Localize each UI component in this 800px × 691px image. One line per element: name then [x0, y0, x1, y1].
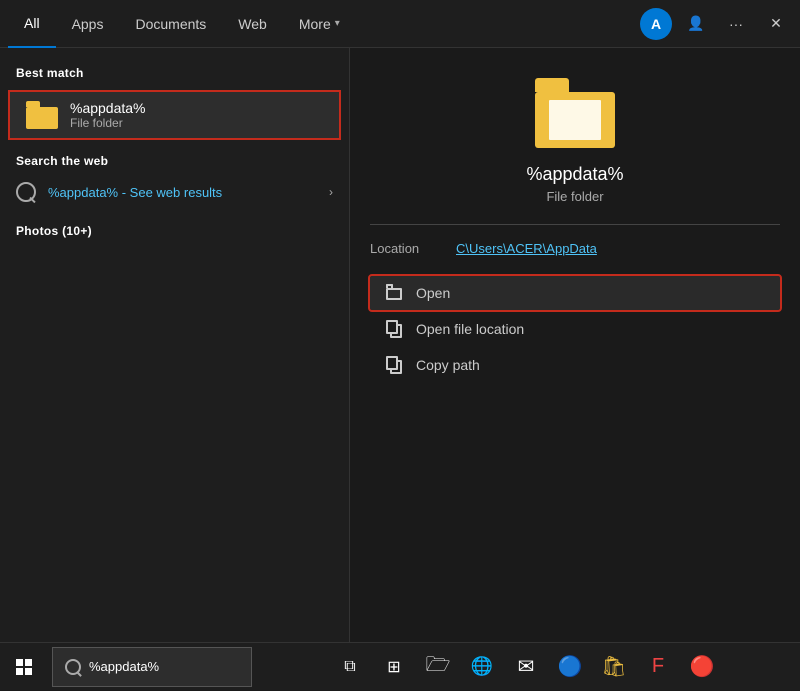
open-location-label: Open file location	[416, 321, 524, 337]
search-input-text: %appdata%	[89, 659, 159, 674]
folder-icon	[26, 101, 58, 129]
location-value[interactable]: C\Users\ACER\AppData	[456, 241, 597, 256]
user-avatar[interactable]: A	[640, 8, 672, 40]
open-location-icon	[386, 320, 404, 338]
item-type: File folder	[70, 116, 146, 130]
chevron-right-icon: ›	[329, 185, 333, 199]
best-match-label: Best match	[0, 60, 349, 86]
close-btn[interactable]: ✕	[760, 8, 792, 40]
copy-path-icon	[386, 356, 404, 374]
mail-icon[interactable]: ✉	[506, 647, 546, 687]
open-label: Open	[416, 285, 450, 301]
location-label: Location	[370, 241, 440, 256]
tab-apps[interactable]: Apps	[56, 0, 120, 48]
chrome-icon[interactable]: 🔴	[682, 647, 722, 687]
tab-web[interactable]: Web	[222, 0, 283, 48]
detail-folder-type: File folder	[546, 189, 603, 204]
taskview-icon[interactable]: ⧉	[330, 647, 370, 687]
web-result-item[interactable]: %appdata% - See web results ›	[0, 174, 349, 210]
best-match-text: %appdata% File folder	[70, 100, 146, 130]
start-button[interactable]	[0, 643, 48, 691]
store-icon[interactable]: 🛍	[594, 647, 634, 687]
file-explorer-icon[interactable]: 🗁	[418, 647, 458, 687]
tab-all[interactable]: All	[8, 0, 56, 48]
nav-icons: A 👤 ··· ✕	[640, 8, 792, 40]
detail-folder-name: %appdata%	[526, 164, 623, 185]
copy-path-label: Copy path	[416, 357, 480, 373]
action-list: Open Open file location	[370, 276, 780, 382]
main-content: Best match %appdata% File folder Search …	[0, 48, 800, 642]
photos-label: Photos (10+)	[0, 218, 349, 244]
chevron-down-icon: ▾	[335, 18, 340, 29]
best-match-item[interactable]: %appdata% File folder	[8, 90, 341, 140]
taskbar-center: ⧉ ⊞ 🗁 🌐 ✉ 🔵 🛍 F 🔴	[252, 647, 800, 687]
browser-icon-1[interactable]: 🌐	[462, 647, 502, 687]
open-action[interactable]: Open	[370, 276, 780, 310]
more-options-btn[interactable]: ···	[720, 8, 752, 40]
widgets-icon[interactable]: ⊞	[374, 647, 414, 687]
edge-icon[interactable]: 🔵	[550, 647, 590, 687]
item-name: %appdata%	[70, 100, 146, 116]
taskbar: %appdata% ⧉ ⊞ 🗁 🌐 ✉ 🔵 🛍 F 🔴	[0, 642, 800, 690]
open-icon	[386, 284, 404, 302]
person-icon-btn[interactable]: 👤	[680, 8, 712, 40]
tab-documents[interactable]: Documents	[119, 0, 222, 48]
detail-location: Location C\Users\ACER\AppData	[370, 241, 780, 256]
figma-icon[interactable]: F	[638, 647, 678, 687]
photos-section: Photos (10+)	[0, 218, 349, 244]
copy-path-action[interactable]: Copy path	[370, 348, 780, 382]
search-box[interactable]: %appdata%	[52, 647, 252, 687]
tab-more[interactable]: More ▾	[283, 0, 356, 48]
search-web-label: Search the web	[0, 148, 349, 174]
open-file-location-action[interactable]: Open file location	[370, 312, 780, 346]
detail-divider	[370, 224, 780, 225]
search-web-section: Search the web %appdata% - See web resul…	[0, 148, 349, 210]
top-nav: All Apps Documents Web More ▾ A 👤 ··· ✕	[0, 0, 800, 48]
search-icon	[16, 182, 36, 202]
search-box-icon	[65, 659, 81, 675]
right-panel: %appdata% File folder Location C\Users\A…	[350, 48, 800, 642]
web-result-text: %appdata% - See web results	[48, 185, 317, 200]
detail-folder-icon	[535, 78, 615, 148]
left-panel: Best match %appdata% File folder Search …	[0, 48, 350, 642]
